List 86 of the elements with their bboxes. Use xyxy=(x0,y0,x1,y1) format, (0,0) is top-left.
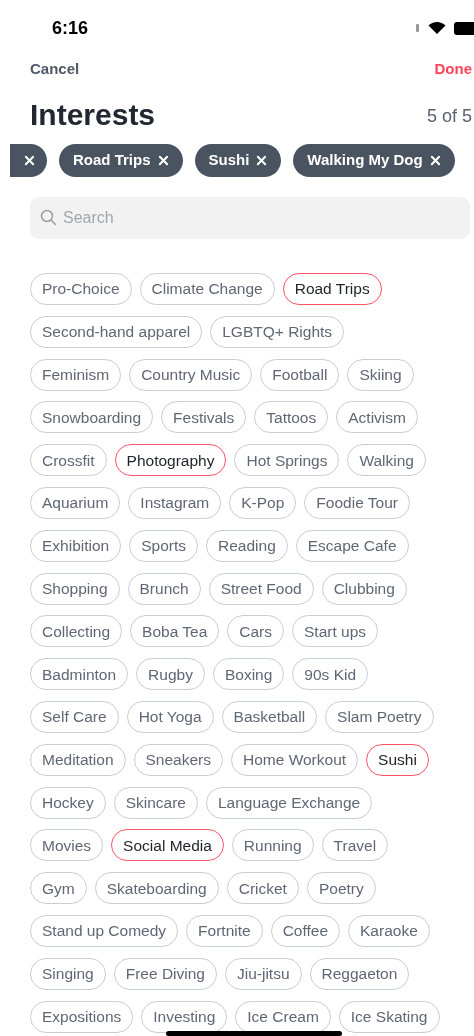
interest-chip[interactable]: Hockey xyxy=(30,786,106,819)
interest-chip[interactable]: Meditation xyxy=(30,743,126,776)
interest-chip[interactable]: 90s Kid xyxy=(292,658,369,691)
interest-chip[interactable]: Cricket xyxy=(226,872,299,905)
interest-chip[interactable]: Social Media xyxy=(111,829,224,862)
close-icon xyxy=(429,155,441,166)
interest-chip[interactable]: Activism xyxy=(336,401,418,434)
interest-chip[interactable]: Country Music xyxy=(129,358,253,391)
interest-chip[interactable]: Snowboarding xyxy=(30,401,154,434)
interest-chip[interactable]: Pro-Choice xyxy=(30,273,132,305)
interest-chip[interactable]: Photography xyxy=(114,444,227,477)
interest-chip[interactable]: Movies xyxy=(30,829,104,862)
page-title: Interests xyxy=(30,100,156,130)
done-button[interactable]: Done xyxy=(434,57,472,81)
interest-chip[interactable]: Skiing xyxy=(347,358,414,391)
close-icon xyxy=(24,155,35,166)
interest-chip[interactable]: Poetry xyxy=(306,872,376,905)
interest-chip[interactable]: Language Exchange xyxy=(206,786,373,819)
interest-chip[interactable]: Walking xyxy=(347,444,426,477)
interest-chip[interactable]: Aquarium xyxy=(30,487,121,519)
search-icon xyxy=(40,209,57,226)
interest-chip[interactable]: Basketball xyxy=(221,700,318,733)
interest-chip[interactable]: Instagram xyxy=(128,487,222,519)
interest-chip[interactable]: Boxing xyxy=(212,658,285,691)
interest-chip[interactable]: Street Food xyxy=(208,572,314,605)
interest-chip[interactable]: LGBTQ+ Rights xyxy=(210,315,345,348)
interest-chip[interactable]: Festivals xyxy=(161,401,247,434)
interest-chip[interactable]: Stand up Comedy xyxy=(30,914,179,947)
interest-chip[interactable]: Hot Springs xyxy=(234,444,340,477)
status-time: 6:16 xyxy=(52,16,89,40)
interest-chip[interactable]: Sneakers xyxy=(133,743,223,776)
selected-interest-chip[interactable]: Road Trips xyxy=(59,144,183,177)
interest-chip[interactable]: Road Trips xyxy=(282,273,382,305)
interest-chip[interactable]: Slam Poetry xyxy=(325,700,434,733)
interest-chip[interactable]: K-Pop xyxy=(229,487,297,519)
interest-chip[interactable]: Boba Tea xyxy=(130,615,220,648)
interest-chip[interactable]: Cars xyxy=(227,615,284,648)
interest-chip[interactable]: Exhibition xyxy=(30,529,122,562)
interest-chip[interactable]: Home Workout xyxy=(231,743,359,776)
interest-chip[interactable]: Brunch xyxy=(127,572,201,605)
interest-chip[interactable]: Sushi xyxy=(366,743,429,776)
interest-chip[interactable]: Start ups xyxy=(292,615,379,648)
interest-chip[interactable]: Ice Cream xyxy=(235,1000,331,1033)
interest-chip[interactable]: Rugby xyxy=(136,658,205,691)
interest-chip[interactable]: Foodie Tour xyxy=(304,487,410,519)
interest-chip[interactable]: Crossfit xyxy=(30,444,107,477)
interest-chip[interactable]: Second-hand apparel xyxy=(30,315,203,348)
interest-chip[interactable]: Investing xyxy=(141,1000,228,1033)
interest-chip[interactable]: Free Diving xyxy=(113,957,217,990)
interest-chip[interactable]: Fortnite xyxy=(186,914,263,947)
wifi-icon xyxy=(428,21,446,35)
selected-interest-chip[interactable]: Walking My Dog xyxy=(293,144,455,177)
interest-chip[interactable]: Sports xyxy=(129,529,199,562)
interest-chip[interactable]: Reggaeton xyxy=(309,957,410,990)
interest-chip[interactable]: Jiu-jitsu xyxy=(224,957,302,990)
interest-chip[interactable]: Collecting xyxy=(30,615,123,648)
interest-chip[interactable]: Self Care xyxy=(30,700,119,733)
interest-chip[interactable]: Feminism xyxy=(30,358,122,391)
interest-chip[interactable]: Clubbing xyxy=(321,572,407,605)
interest-chip[interactable]: Skateboarding xyxy=(94,872,219,905)
interest-chip[interactable]: Climate Change xyxy=(139,273,275,305)
search-field[interactable]: Search xyxy=(30,197,470,239)
interest-chip[interactable]: Expositions xyxy=(30,1000,134,1033)
interest-chip[interactable]: Ice Skating xyxy=(338,1000,440,1033)
interest-chip[interactable]: Skincare xyxy=(113,786,198,819)
selection-counter: 5 of 5 xyxy=(426,105,472,128)
signal-icon xyxy=(416,24,420,32)
interest-chip[interactable]: Coffee xyxy=(270,914,341,947)
cancel-button[interactable]: Cancel xyxy=(30,57,80,81)
close-icon xyxy=(157,155,169,166)
interest-chip[interactable]: Badminton xyxy=(30,658,129,691)
interest-chip[interactable]: Karaoke xyxy=(348,914,430,947)
interest-chip[interactable]: Escape Cafe xyxy=(295,529,409,562)
selected-interest-chip[interactable]: Sushi xyxy=(194,144,282,177)
interest-chip[interactable]: Football xyxy=(260,358,340,391)
interest-chip[interactable]: Singing xyxy=(30,957,106,990)
interest-chip[interactable]: Hot Yoga xyxy=(126,700,214,733)
interest-chip[interactable]: Travel xyxy=(321,829,389,862)
close-icon xyxy=(256,155,268,166)
interest-chip[interactable]: Tattoos xyxy=(254,401,329,434)
interest-chip[interactable]: Reading xyxy=(206,529,288,562)
interest-chip[interactable]: Gym xyxy=(30,872,87,905)
selected-interest-chip[interactable] xyxy=(10,144,47,177)
interest-chip[interactable]: Shopping xyxy=(30,572,120,605)
interest-chip[interactable]: Running xyxy=(231,829,314,862)
battery-icon xyxy=(454,21,474,35)
